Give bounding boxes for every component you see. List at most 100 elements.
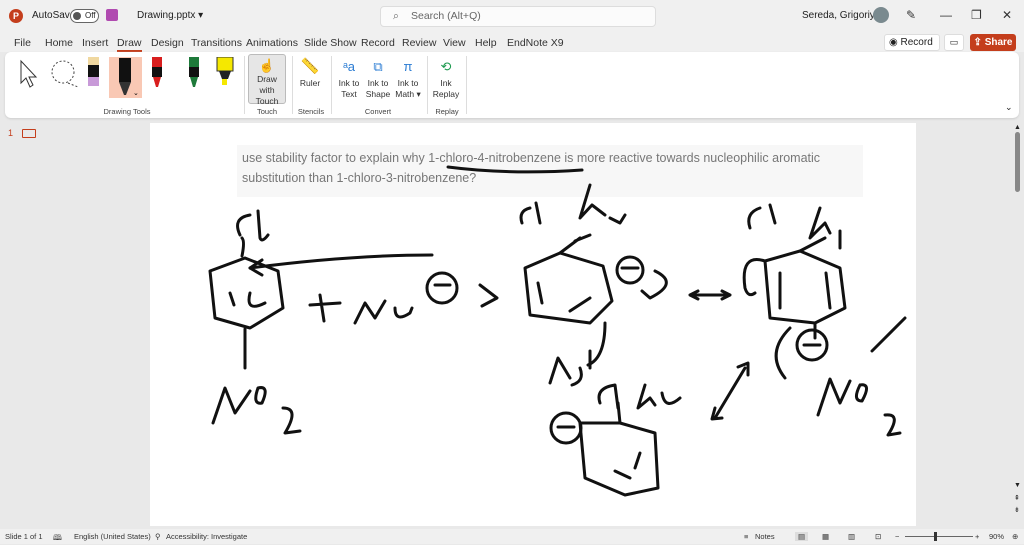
restore-button[interactable]: ❐ (971, 8, 982, 22)
label-line: Ink to (338, 78, 360, 88)
ink-replay-button[interactable]: ⟲ Ink Replay (432, 56, 460, 100)
save-icon[interactable] (106, 9, 118, 21)
black-pen-selected[interactable]: ⌄ (109, 57, 142, 98)
tab-design[interactable]: Design (151, 37, 184, 49)
share-button[interactable]: ⇪ Share (970, 34, 1016, 51)
autosave-label: AutoSave (32, 10, 76, 21)
label-line: Text (341, 89, 357, 99)
tab-insert[interactable]: Insert (82, 37, 108, 49)
close-button[interactable]: ✕ (1002, 8, 1012, 22)
ink-intermediate-2 (742, 203, 907, 437)
label-line: Ink to (397, 78, 419, 88)
status-bar: Slide 1 of 1 🕮 English (United States) ⚲… (0, 529, 1024, 544)
touch-hand-icon: ☝ (258, 58, 276, 73)
group-replay: Replay (435, 107, 459, 116)
label-line: Replay (432, 89, 460, 99)
language[interactable]: English (United States) (74, 532, 151, 541)
group-drawing-tools: Drawing Tools (103, 107, 151, 116)
lasso-select-icon[interactable] (48, 59, 82, 89)
tab-record[interactable]: Record (361, 37, 395, 49)
group-stencils: Stencils (297, 107, 325, 116)
reading-view-button[interactable]: ▥ (848, 532, 855, 541)
collapse-ribbon-icon[interactable]: ⌄ (1005, 102, 1013, 113)
zoom-in-button[interactable]: + (975, 532, 979, 541)
slide-show-button[interactable]: ⊡ (875, 532, 881, 541)
ink-resonance-arrow-2 (710, 361, 750, 421)
tab-file[interactable]: File (14, 37, 31, 49)
ink-reactant (208, 209, 499, 435)
ink-to-math-icon: π (403, 59, 413, 74)
accessibility-icon: ⚲ (155, 532, 161, 541)
slide-number: 1 (8, 128, 14, 138)
divider (466, 56, 467, 114)
select-arrow-icon[interactable] (18, 59, 40, 89)
tab-slide-show[interactable]: Slide Show (304, 37, 357, 49)
tab-home[interactable]: Home (45, 37, 73, 49)
tab-endnote[interactable]: EndNote X9 (507, 37, 564, 49)
label-line: Touch (255, 96, 279, 106)
tab-animations[interactable]: Animations (246, 37, 298, 49)
slide-canvas[interactable]: use stability factor to explain why 1-ch… (150, 123, 916, 526)
draw-with-touch-button[interactable]: ☝ Draw with Touch (248, 54, 286, 106)
previous-slide-icon[interactable]: ⇞ (1014, 494, 1020, 502)
search-input[interactable]: ⌕ Search (Alt+Q) (380, 6, 656, 27)
replay-icon: ⟲ (440, 59, 452, 74)
ink-to-text-button[interactable]: ᵃa Ink to Text (337, 56, 361, 100)
record-button[interactable]: ◉ Record (884, 34, 940, 51)
next-slide-icon[interactable]: ⇟ (1014, 506, 1020, 514)
label-line: Ink to (367, 78, 389, 88)
comments-button[interactable]: ▭ (944, 34, 964, 51)
file-name[interactable]: Drawing.pptx ▾ (137, 10, 203, 21)
slide-sorter-button[interactable]: ▦ (822, 532, 829, 541)
ribbon: ⌄ Drawing Tools ☝ Draw with Touch Touch 📏… (5, 52, 1019, 118)
vertical-scrollbar[interactable]: ▲ ▼ ⇞ ⇟ (1014, 124, 1022, 519)
accessibility-status[interactable]: Accessibility: Investigate (166, 532, 247, 541)
ink-to-shape-button[interactable]: ⧉ Ink to Shape (365, 56, 391, 100)
minimize-button[interactable]: — (940, 8, 952, 22)
scrollbar-thumb[interactable] (1015, 132, 1020, 192)
group-convert: Convert (364, 107, 392, 116)
tab-review[interactable]: Review (402, 37, 436, 49)
divider (427, 56, 428, 114)
spelling-icon[interactable]: 🕮 (53, 532, 62, 545)
normal-view-button[interactable]: ▤ (795, 532, 809, 541)
ruler-button[interactable]: 📏 Ruler (298, 56, 322, 89)
divider (244, 56, 245, 114)
slide-thumbnail[interactable] (22, 129, 36, 138)
red-pen-icon[interactable] (150, 57, 164, 89)
label: Ruler (299, 78, 321, 88)
tab-help[interactable]: Help (475, 37, 497, 49)
zoom-out-button[interactable]: − (895, 532, 899, 541)
pen-icon[interactable]: ✎ (906, 8, 916, 22)
record-label: Record (900, 37, 933, 48)
autosave-toggle[interactable]: Off (70, 9, 99, 23)
svg-text:⌄: ⌄ (133, 90, 139, 97)
ink-to-math-button[interactable]: π Ink to Math ▾ (394, 56, 422, 100)
powerpoint-logo-icon: P (9, 9, 23, 23)
ruler-icon: 📏 (300, 58, 320, 75)
thumbnail-pane: 1 (0, 122, 50, 527)
tab-view[interactable]: View (443, 37, 466, 49)
label-line: Draw with (257, 74, 277, 95)
zoom-slider-thumb[interactable] (934, 532, 937, 541)
tab-transitions[interactable]: Transitions (191, 37, 242, 49)
scroll-up-icon[interactable]: ▲ (1014, 124, 1021, 131)
user-name[interactable]: Sereda, Grigoriy A (802, 10, 884, 21)
fit-to-window-icon[interactable]: ⊕ (1012, 532, 1018, 541)
eraser-icon[interactable] (87, 57, 101, 89)
share-icon: ⇪ (973, 37, 985, 48)
tab-draw[interactable]: Draw (117, 37, 142, 52)
zoom-level[interactable]: 90% (989, 532, 1004, 541)
ink-intermediate-3 (549, 383, 682, 497)
divider (331, 56, 332, 114)
highlighter-icon[interactable] (216, 57, 234, 89)
zoom-slider[interactable] (905, 536, 973, 537)
avatar[interactable] (873, 7, 889, 23)
share-label: Share (984, 37, 1013, 48)
scroll-down-icon[interactable]: ▼ (1014, 482, 1021, 489)
ink-underline (446, 165, 584, 174)
notes-button[interactable]: Notes (755, 532, 775, 541)
record-icon: ◉ (889, 37, 901, 48)
ink-to-shape-icon: ⧉ (373, 59, 383, 74)
green-pen-icon[interactable] (187, 57, 201, 89)
